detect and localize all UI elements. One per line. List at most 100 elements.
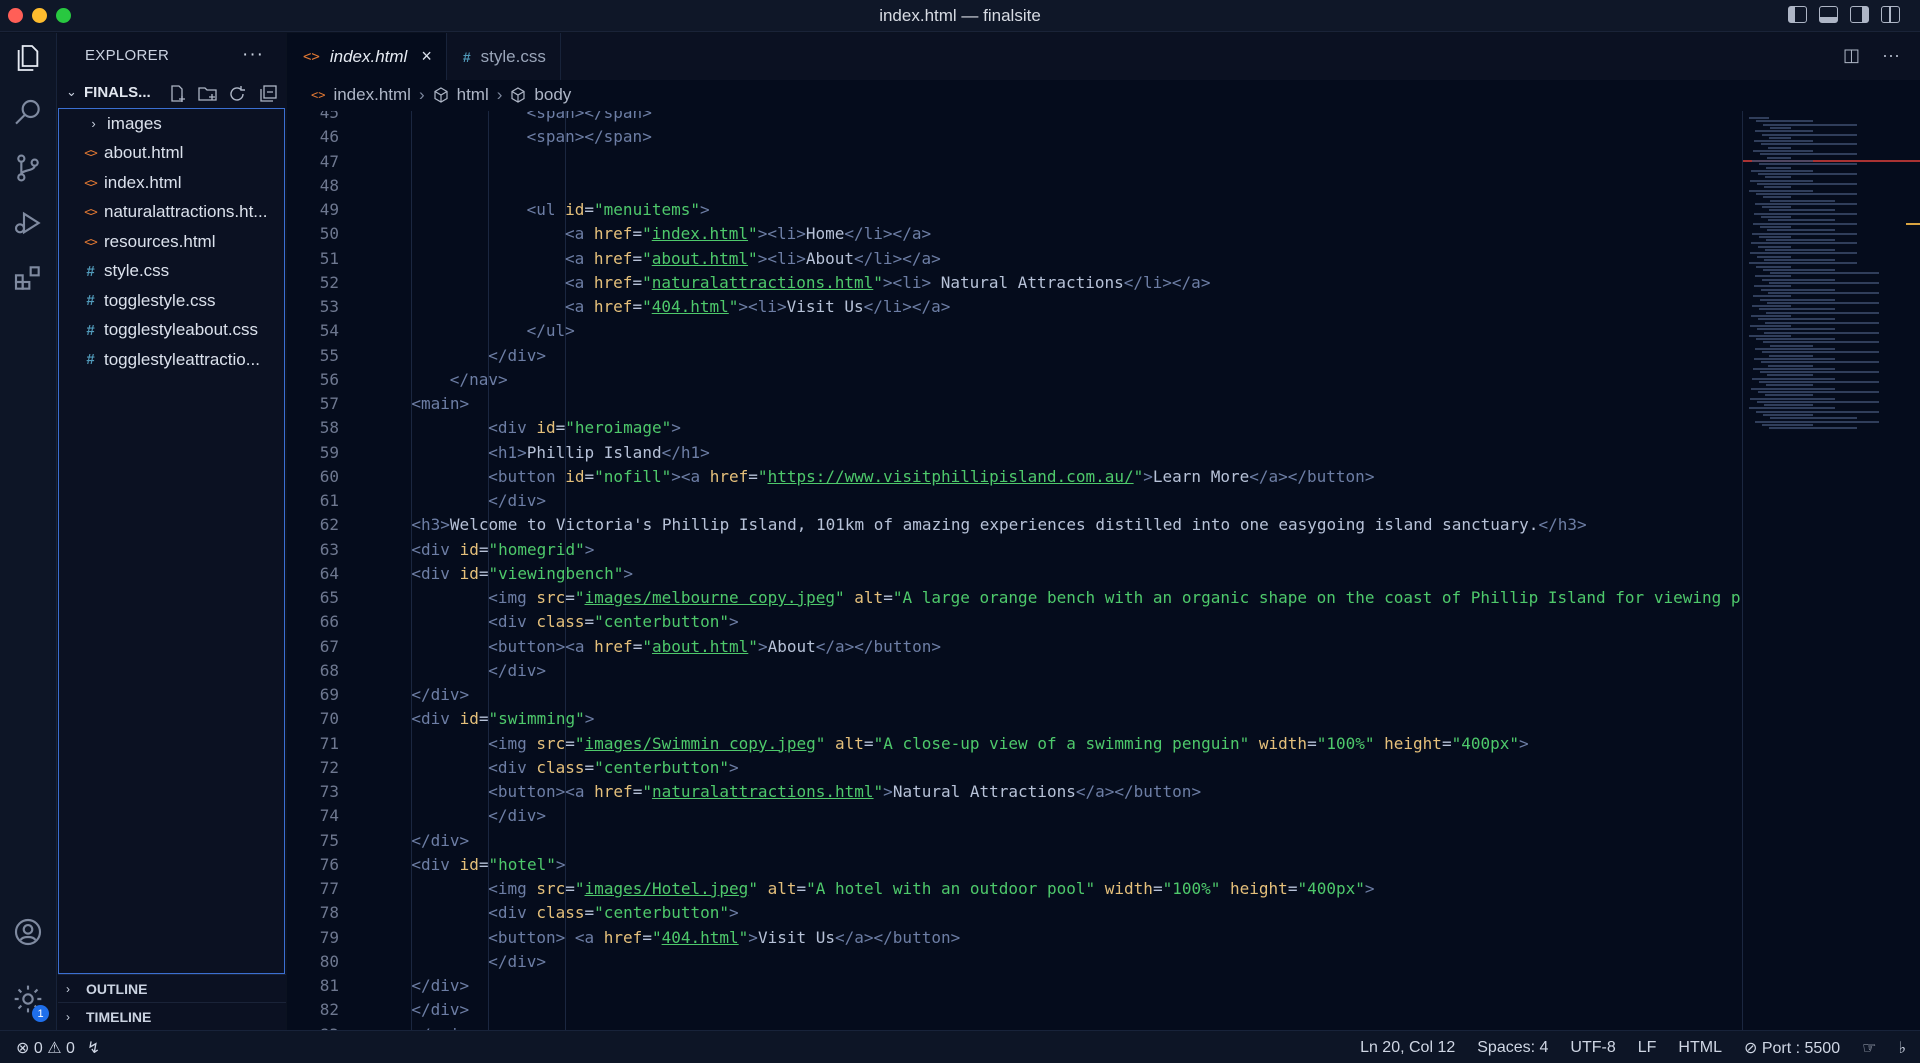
timeline-section[interactable]: › TIMELINE <box>58 1002 286 1030</box>
breadcrumb-html[interactable]: html <box>457 85 489 105</box>
code-line[interactable]: 67 <button><a href="about.html">About</a>… <box>287 635 1742 659</box>
file-item[interactable]: <> naturalattractions.ht... <box>59 198 284 228</box>
code-line[interactable]: 49 <ul id="menuitems"> <box>287 198 1742 222</box>
file-item[interactable]: <> resources.html <box>59 227 284 257</box>
code-line[interactable]: 45 <span></span> <box>287 111 1742 125</box>
code-line[interactable]: 59 <h1>Phillip Island</h1> <box>287 441 1742 465</box>
problems-indicator[interactable]: ⊗ 0 ⚠ 0 <box>16 1038 75 1058</box>
file-item[interactable]: # togglestyleabout.css <box>59 316 284 346</box>
more-actions-icon[interactable]: ··· <box>242 44 264 66</box>
customize-layout-icon[interactable] <box>1881 6 1900 23</box>
code-token: = <box>565 879 575 898</box>
minimap[interactable] <box>1742 111 1920 1030</box>
code-line[interactable]: 62 <h3>Welcome to Victoria's Phillip Isla… <box>287 513 1742 537</box>
run-debug-icon[interactable] <box>9 204 47 242</box>
code-line[interactable]: 76 <div id="hotel"> <box>287 853 1742 877</box>
minimap-line <box>1759 308 1835 311</box>
code-line[interactable]: 71 <img src="images/Swimmin copy.jpeg" al… <box>287 732 1742 756</box>
code-line[interactable]: 81 </div> <box>287 974 1742 998</box>
outline-section[interactable]: › OUTLINE <box>58 974 286 1002</box>
code-line[interactable]: 72 <div class="centerbutton"> <box>287 756 1742 780</box>
explorer-icon[interactable] <box>9 39 47 77</box>
code-line[interactable]: 83 </main> <box>287 1023 1742 1031</box>
code-line[interactable]: 52 <a href="naturalattractions.html"><li>… <box>287 271 1742 295</box>
more-actions-icon[interactable]: ··· <box>1882 45 1900 66</box>
split-editor-icon[interactable]: ◫ <box>1843 45 1860 66</box>
code-editor[interactable]: 45 <span></span> 46 <span></span> 47 48 49 <ul … <box>287 111 1742 1030</box>
end-of-line[interactable]: LF <box>1638 1039 1657 1057</box>
code-line[interactable]: 66 <div class="centerbutton"> <box>287 610 1742 634</box>
remote-icon[interactable]: ↯ <box>87 1038 100 1058</box>
code-token: "hotel" <box>488 854 556 874</box>
code-line[interactable]: 61 </div> <box>287 489 1742 513</box>
code-line[interactable]: 54 </ul> <box>287 319 1742 343</box>
encoding[interactable]: UTF-8 <box>1570 1039 1615 1057</box>
code-line[interactable]: 77 <img src="images/Hotel.jpeg" alt="A ho… <box>287 877 1742 901</box>
refresh-icon[interactable] <box>228 85 248 103</box>
folder-item[interactable]: › images <box>59 109 284 139</box>
breadcrumb-body[interactable]: body <box>534 85 571 105</box>
code-line[interactable]: 73 <button><a href="naturalattractions.ht… <box>287 780 1742 804</box>
code-line[interactable]: 79 <button> <a href="404.html">Visit Us</… <box>287 926 1742 950</box>
code-token: </div> <box>488 491 546 510</box>
code-line[interactable]: 69 </div> <box>287 683 1742 707</box>
breadcrumb-file[interactable]: index.html <box>333 85 410 105</box>
notifications-bell-icon[interactable]: ♭ <box>1898 1038 1906 1058</box>
cursor-position[interactable]: Ln 20, Col 12 <box>1360 1039 1455 1057</box>
close-tab-icon[interactable]: × <box>421 46 432 67</box>
source-control-icon[interactable] <box>9 149 47 187</box>
minimize-window-button[interactable] <box>32 8 47 23</box>
indentation[interactable]: Spaces: 4 <box>1477 1039 1548 1057</box>
file-item[interactable]: # togglestyleattractio... <box>59 345 284 375</box>
live-server-port[interactable]: ⊘ Port : 5500 <box>1744 1038 1840 1058</box>
accounts-icon[interactable] <box>9 913 47 951</box>
code-line[interactable]: 63 <div id="homegrid"> <box>287 538 1742 562</box>
code-line[interactable]: 82 </div> <box>287 998 1742 1022</box>
file-item[interactable]: # style.css <box>59 257 284 287</box>
code-line[interactable]: 57 <main> <box>287 392 1742 416</box>
close-window-button[interactable] <box>8 8 23 23</box>
code-line[interactable]: 50 <a href="index.html"><li>Home</li></a> <box>287 222 1742 246</box>
code-line[interactable]: 78 <div class="centerbutton"> <box>287 901 1742 925</box>
code-line[interactable]: 47 <box>287 150 1742 174</box>
code-line[interactable]: 64 <div id="viewingbench"> <box>287 562 1742 586</box>
code-line[interactable]: 53 <a href="404.html"><li>Visit Us</li></… <box>287 295 1742 319</box>
code-line[interactable]: 46 <span></span> <box>287 125 1742 149</box>
code-text: <ul id="menuitems"> <box>373 198 710 222</box>
file-item[interactable]: # togglestyle.css <box>59 286 284 316</box>
new-folder-icon[interactable] <box>198 85 218 103</box>
css-file-icon: # <box>86 321 95 339</box>
minimap-line <box>1753 367 1835 370</box>
code-line[interactable]: 68 </div> <box>287 659 1742 683</box>
code-line[interactable]: 58 <div id="heroimage"> <box>287 416 1742 440</box>
language-mode[interactable]: HTML <box>1678 1039 1722 1057</box>
tab-style-css[interactable]: # style.css <box>447 33 561 80</box>
code-line[interactable]: 65 <img src="images/melbourne copy.jpeg" … <box>287 586 1742 610</box>
code-line[interactable]: 75 </div> <box>287 829 1742 853</box>
code-line[interactable]: 60 <button id="nofill"><a href="https://w… <box>287 465 1742 489</box>
toggle-panel-icon[interactable] <box>1819 6 1838 23</box>
new-file-icon[interactable] <box>168 85 188 103</box>
feedback-icon[interactable]: ☞ <box>1862 1038 1876 1058</box>
code-line[interactable]: 51 <a href="about.html"><li>About</li></a… <box>287 247 1742 271</box>
toggle-sidebar-icon[interactable] <box>1788 6 1807 23</box>
toggle-secondary-sidebar-icon[interactable] <box>1850 6 1869 23</box>
file-item[interactable]: <> index.html <box>59 168 284 198</box>
code-token: src <box>536 879 566 898</box>
extensions-icon[interactable] <box>9 259 47 297</box>
code-line[interactable]: 48 <box>287 174 1742 198</box>
tab-index-html[interactable]: <> index.html × <box>287 33 447 80</box>
maximize-window-button[interactable] <box>56 8 71 23</box>
code-line[interactable]: 56 </nav> <box>287 368 1742 392</box>
code-line[interactable]: 70 <div id="swimming"> <box>287 707 1742 731</box>
code-line[interactable]: 74 </div> <box>287 804 1742 828</box>
collapse-all-icon[interactable] <box>258 85 278 103</box>
code-token: id <box>565 200 585 219</box>
code-line[interactable]: 55 </div> <box>287 344 1742 368</box>
search-icon[interactable] <box>9 94 47 132</box>
manage-gear-icon[interactable]: 1 <box>9 980 49 1022</box>
file-item[interactable]: <> about.html <box>59 139 284 169</box>
project-folder-row[interactable]: ⌄ FINALS... <box>58 77 286 107</box>
minimap-line <box>1751 242 1857 245</box>
code-line[interactable]: 80 </div> <box>287 950 1742 974</box>
